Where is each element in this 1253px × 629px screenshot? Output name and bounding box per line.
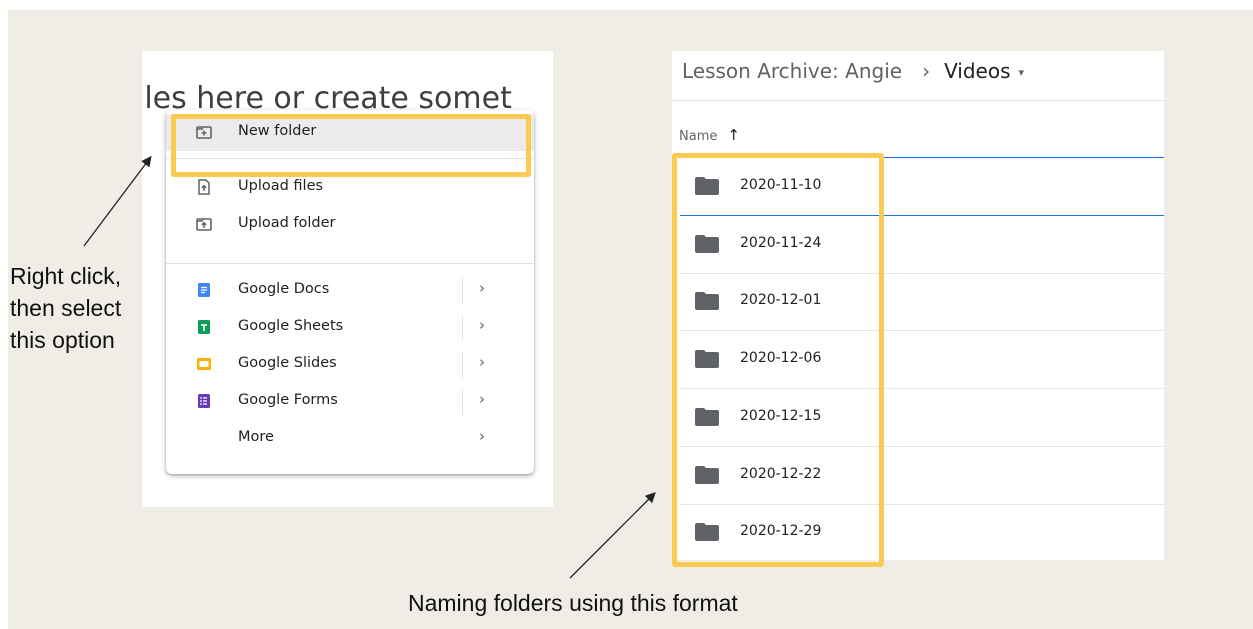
arrow-to-folder-list [569,492,656,579]
annotation-arrows [83,155,656,579]
arrow-to-new-folder [83,155,152,247]
